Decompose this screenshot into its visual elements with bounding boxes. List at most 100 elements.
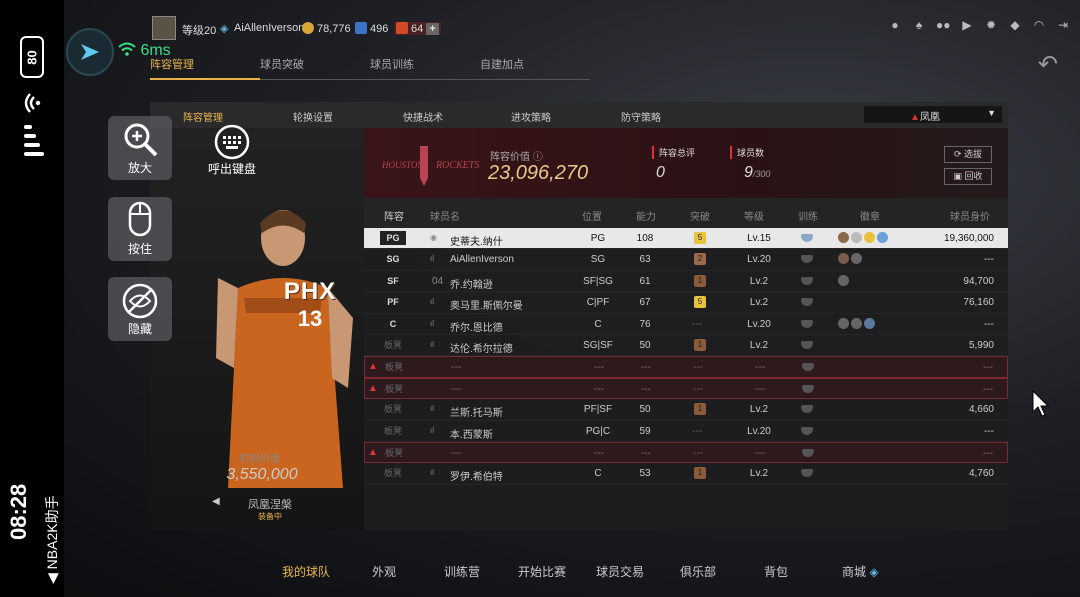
friends-icon[interactable]: ●● [936, 18, 951, 32]
player-position: --- [594, 362, 604, 374]
player-position: C|PF [586, 297, 610, 309]
table-row[interactable]: 板凳 ıl 罗伊.希伯特 C 53 1 Lv.2 4,760 [364, 463, 1008, 485]
player-level: Lv.15 [747, 233, 771, 244]
breakthrough-empty: --- [693, 383, 703, 395]
nav-training-camp[interactable]: 训练营 [444, 563, 480, 580]
player-icon: ıl [430, 318, 434, 328]
recycle-button[interactable]: ▣ 回收 [944, 168, 992, 185]
headset-icon[interactable]: ◠ [1032, 18, 1046, 32]
nav-club[interactable]: 俱乐部 [680, 563, 716, 580]
video-icon[interactable]: ▶ [960, 18, 974, 32]
hide-button[interactable]: 隐藏 [108, 277, 172, 341]
player-level: Lv.2 [749, 404, 769, 416]
player-position: --- [594, 383, 604, 395]
player-level: --- [755, 383, 765, 395]
bell-icon[interactable]: ♠ [912, 18, 926, 32]
table-row[interactable]: PF ıl 奥马里.斯佩尔曼 C|PF 67 5 Lv.2 76,160 [364, 292, 1008, 314]
gear-icon[interactable]: ✹ [984, 18, 998, 32]
nav-trade[interactable]: 球员交易 [596, 563, 644, 580]
player-name: --- [451, 447, 461, 459]
hold-button[interactable]: 按住 [108, 197, 172, 261]
top-icons: ● ♠ ●● ▶ ✹ ◆ ◠ ⇥ [888, 18, 1070, 32]
zoom-in-icon [124, 123, 158, 157]
player-value: 4,760 [968, 468, 994, 480]
tab-lineup[interactable]: 阵容管理 [150, 56, 260, 80]
username: AiAllenIverson [234, 22, 305, 34]
team-value: 23,096,270 [488, 162, 589, 184]
table-row[interactable]: ▲ 板凳 --- --- --- --- --- --- [364, 441, 1008, 464]
zoom-button[interactable]: 放大 [108, 116, 172, 180]
avatar[interactable] [152, 16, 176, 40]
training-icon [801, 340, 813, 349]
player-icon: ıl [430, 404, 434, 414]
keyboard-icon [214, 124, 250, 160]
tab-breakthrough[interactable]: 球员突破 [260, 56, 370, 80]
player-level: Lv.2 [749, 275, 769, 287]
shield-icon[interactable]: ◆ [1008, 18, 1022, 32]
nav-bag[interactable]: 背包 [764, 563, 788, 580]
subtab-offense[interactable]: 进攻策略 [486, 109, 576, 124]
tab-custom-points[interactable]: 自建加点 [480, 56, 590, 80]
subtab-defense[interactable]: 防守策略 [596, 109, 686, 124]
player-value: --- [984, 254, 994, 266]
back-arrow-icon[interactable]: ↶ [1038, 50, 1058, 79]
table-row[interactable]: 板凳 ıl 兰斯.托马斯 PF|SF 50 1 Lv.2 4,660 [364, 399, 1008, 421]
player-position: C [594, 468, 602, 480]
nav-appearance[interactable]: 外观 [372, 563, 396, 580]
sub-tabs: 阵容管理 轮换设置 快捷战术 进攻策略 防守策略 ▲凤凰 ▼ [150, 102, 1008, 132]
table-row[interactable]: PG ◉ 史蒂夫.纳什 PG 108 5 Lv.15 19,360,000 [364, 228, 1008, 250]
table-row[interactable]: SG ıl AiAllenIverson SG 63 2 Lv.20 --- [364, 249, 1008, 271]
badge-icons [838, 317, 875, 329]
card-value: 3,550,000 [226, 466, 298, 483]
nav-shop[interactable]: 商城 ◈ [842, 563, 879, 580]
table-row[interactable]: 板凳 ıl 本.西蒙斯 PG|C 59 --- Lv.20 --- [364, 421, 1008, 442]
player-ability: --- [641, 383, 651, 395]
col-badges: 徽章 [860, 212, 880, 223]
table-row[interactable]: SF 04 乔.约翰逊 SF|SG 61 1 Lv.2 94,700 [364, 271, 1008, 293]
phone-status-strip: 80 08:28 ◀ NBA2K助手 [0, 0, 64, 597]
player-position: PG|C [585, 425, 611, 437]
player-position: SG|SF [583, 339, 613, 351]
select-button[interactable]: ⟳ 选拔 [944, 146, 992, 163]
table-row[interactable]: Cıl 乔尔.恩比德 C 76 --- Lv.20 --- [364, 314, 1008, 335]
svg-text:ROCKETS: ROCKETS [435, 160, 479, 171]
player-level: --- [755, 447, 765, 459]
training-icon [802, 448, 814, 457]
player-position: C [594, 318, 602, 330]
team-logo: HOUSTON ROCKETS [380, 138, 480, 188]
table-row[interactable]: ▲ 板凳 --- --- --- --- --- --- [364, 377, 1008, 400]
team-dropdown[interactable]: ▲凤凰 ▼ [864, 106, 1002, 123]
player-name: --- [451, 383, 461, 395]
tickets[interactable]: 64 + [394, 22, 441, 35]
prev-arrow-icon[interactable]: ◀ [212, 496, 220, 507]
keyboard-button[interactable]: 呼出键盘 [200, 124, 264, 184]
player-level: Lv.2 [749, 339, 769, 351]
clock: 08:28 [6, 483, 31, 540]
add-icon[interactable]: + [426, 23, 439, 35]
subtab-rotation[interactable]: 轮换设置 [268, 109, 358, 124]
team-rating-label: 阵容总评 [652, 146, 695, 159]
exit-icon[interactable]: ⇥ [1056, 18, 1070, 32]
nav-my-team[interactable]: 我的球队 [282, 563, 330, 580]
player-level: Lv.2 [749, 468, 769, 480]
warning-icon: ▲ [910, 112, 920, 123]
training-icon [801, 469, 813, 478]
player-ability: 63 [639, 254, 651, 266]
col-name: 球员名 [430, 212, 460, 223]
player-icon: ◉ [430, 233, 437, 242]
col-lineup: 阵容 [384, 212, 404, 223]
team-value-label: 阵容价值 ⓘ [490, 152, 543, 163]
table-row[interactable]: 板凳 ıl 达伦.希尔拉德 SG|SF 50 1 Lv.2 5,990 [364, 335, 1008, 357]
lineup-table: PG ◉ 史蒂夫.纳什 PG 108 5 Lv.15 19,360,000 SG ıl AiAlle… [364, 228, 1008, 485]
nav-start-game[interactable]: 开始比赛 [518, 563, 566, 580]
player-position: SG [590, 254, 606, 266]
tab-training[interactable]: 球员训练 [370, 56, 480, 80]
profile-icon[interactable]: ● [888, 18, 902, 32]
player-name: 达伦.希尔拉德 [450, 343, 513, 355]
col-player-value: 球员身价 [950, 212, 990, 223]
subtab-quick-tactics[interactable]: 快捷战术 [378, 109, 468, 124]
training-icon [801, 426, 813, 435]
table-row[interactable]: ▲ 板凳 --- --- --- --- --- --- [364, 356, 1008, 378]
player-ability: --- [641, 362, 651, 374]
badge-icons [838, 232, 888, 243]
